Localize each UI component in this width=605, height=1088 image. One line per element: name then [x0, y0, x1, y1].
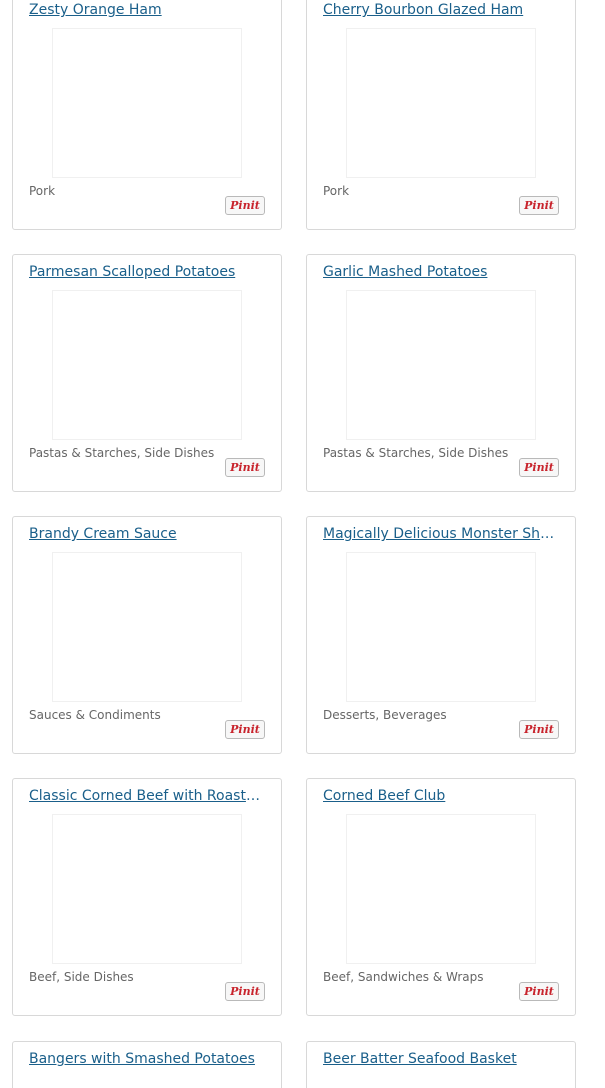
recipe-title-link[interactable]: Bangers with Smashed Potatoes — [29, 1050, 267, 1068]
recipe-category: Pastas & Starches, Side Dishes — [29, 446, 215, 460]
recipe-image[interactable] — [346, 28, 536, 178]
recipe-title-link[interactable]: Cherry Bourbon Glazed Ham — [323, 1, 561, 19]
recipe-card: Cherry Bourbon Glazed Ham Pork Pinit — [306, 0, 576, 230]
recipe-image[interactable] — [52, 290, 242, 440]
recipe-title-link[interactable]: Zesty Orange Ham — [29, 1, 267, 19]
recipe-image[interactable] — [52, 552, 242, 702]
recipe-title-link[interactable]: Classic Corned Beef with Roasted Vegetab… — [29, 787, 267, 805]
recipe-image[interactable] — [346, 814, 536, 964]
recipe-card: Zesty Orange Ham Pork Pinit — [12, 0, 282, 230]
recipe-title-link[interactable]: Garlic Mashed Potatoes — [323, 263, 561, 281]
recipe-card: Magically Delicious Monster Shake Desser… — [306, 516, 576, 754]
recipe-title-link[interactable]: Corned Beef Club — [323, 787, 561, 805]
recipe-title-link[interactable]: Parmesan Scalloped Potatoes — [29, 263, 267, 281]
recipe-category: Pastas & Starches, Side Dishes — [323, 446, 509, 460]
recipe-title-link[interactable]: Magically Delicious Monster Shake — [323, 525, 561, 543]
recipe-card: Garlic Mashed Potatoes Pastas & Starches… — [306, 254, 576, 492]
recipe-category: Pork — [29, 184, 56, 198]
recipe-title-link[interactable]: Brandy Cream Sauce — [29, 525, 267, 543]
pinit-button[interactable]: Pinit — [519, 720, 559, 739]
recipe-card: Parmesan Scalloped Potatoes Pastas & Sta… — [12, 254, 282, 492]
recipe-category: Sauces & Condiments — [29, 708, 161, 722]
pinit-button[interactable]: Pinit — [225, 720, 265, 739]
pinit-button[interactable]: Pinit — [519, 196, 559, 215]
recipe-card: Brandy Cream Sauce Sauces & Condiments P… — [12, 516, 282, 754]
recipe-card: Bangers with Smashed Potatoes — [12, 1041, 282, 1088]
pinit-button[interactable]: Pinit — [519, 458, 559, 477]
recipe-category: Beef, Side Dishes — [29, 970, 134, 984]
recipe-category: Beef, Sandwiches & Wraps — [323, 970, 484, 984]
recipe-card: Beer Batter Seafood Basket — [306, 1041, 576, 1088]
recipe-category: Pork — [323, 184, 350, 198]
pinit-button[interactable]: Pinit — [519, 982, 559, 1001]
recipe-image[interactable] — [346, 552, 536, 702]
recipe-category: Desserts, Beverages — [323, 708, 447, 722]
recipe-card: Classic Corned Beef with Roasted Vegetab… — [12, 778, 282, 1016]
pinit-button[interactable]: Pinit — [225, 196, 265, 215]
pinit-button[interactable]: Pinit — [225, 458, 265, 477]
pinit-button[interactable]: Pinit — [225, 982, 265, 1001]
recipe-image[interactable] — [346, 290, 536, 440]
recipe-title-link[interactable]: Beer Batter Seafood Basket — [323, 1050, 561, 1068]
recipe-image[interactable] — [52, 28, 242, 178]
recipe-image[interactable] — [52, 814, 242, 964]
recipe-card: Corned Beef Club Beef, Sandwiches & Wrap… — [306, 778, 576, 1016]
